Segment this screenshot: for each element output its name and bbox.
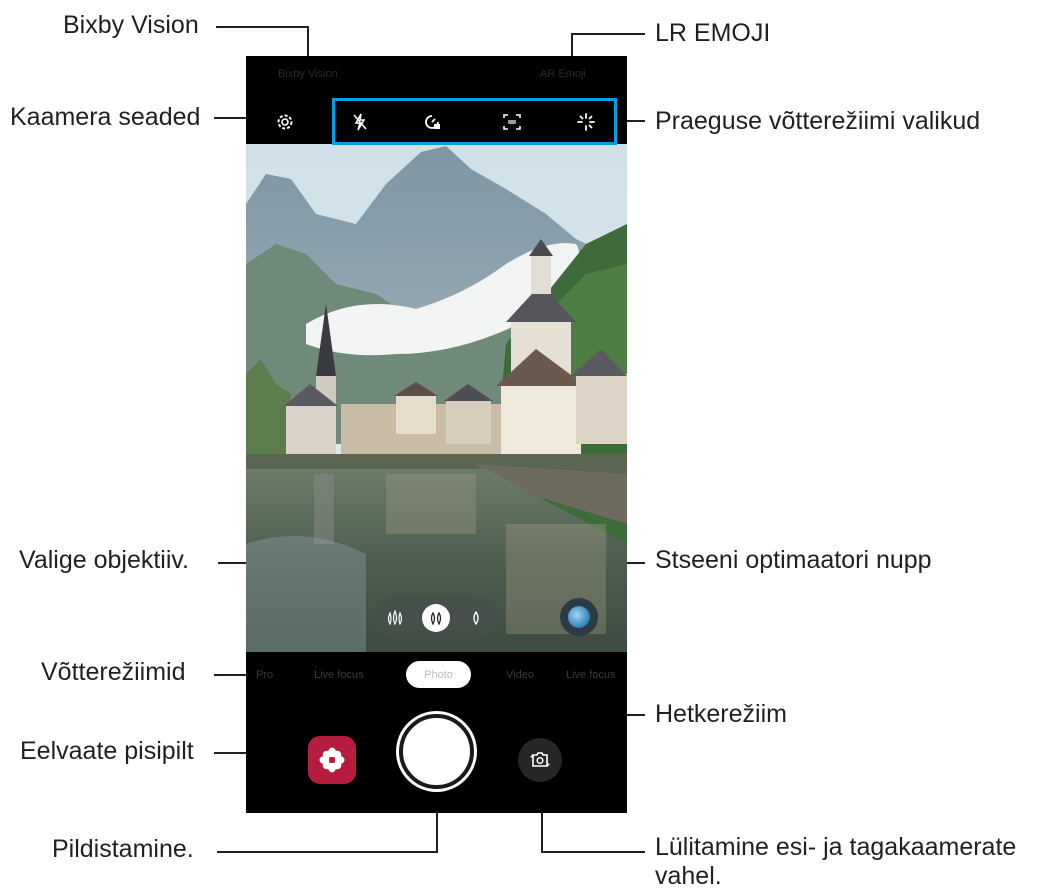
callout-camera-settings: Kaamera seaded	[10, 103, 201, 131]
callout-bixby-vision: Bixby Vision	[63, 11, 199, 39]
switch-camera-button[interactable]	[518, 738, 562, 782]
lens-selector	[374, 597, 497, 639]
leader-shutter-h	[217, 851, 438, 853]
callout-take-picture: Pildistamine.	[52, 835, 194, 863]
bixby-vision-button[interactable]: Bixby Vision	[278, 68, 338, 80]
telephoto-lens-icon[interactable]	[463, 605, 489, 631]
callout-mode-options: Praeguse võtterežiimi valikud	[655, 107, 981, 135]
gallery-thumbnail[interactable]	[308, 736, 356, 784]
callout-preview-thumbnail: Eelvaate pisipilt	[20, 737, 194, 765]
ar-emoji-button[interactable]: AR Emoji	[540, 68, 586, 80]
callout-lr-emoji: LR EMOJI	[655, 19, 771, 47]
viewfinder[interactable]	[246, 144, 627, 652]
camera-screen: Bixby Vision AR Emoji Pro Live focus Pho…	[246, 56, 627, 813]
callout-choose-lens: Valige objektiiv.	[19, 546, 189, 574]
mode-live-focus-2[interactable]: Live focus	[566, 669, 616, 681]
callout-current-mode: Hetkerežiim	[655, 700, 787, 728]
callout-scene-optimizer: Stseeni optimaatori nupp	[655, 546, 932, 574]
leader-switch-h	[541, 851, 645, 853]
leader-bixby-h	[216, 26, 309, 28]
mode-options-highlight-frame	[332, 98, 617, 145]
callout-switch-cameras-line1: Lülitamine esi- ja tagakaamerate	[655, 833, 1017, 861]
gear-icon[interactable]	[273, 110, 297, 134]
callout-shooting-modes: Võtterežiimid	[41, 658, 186, 686]
scene-optimizer-icon[interactable]	[560, 598, 598, 636]
ultra-wide-lens-icon[interactable]	[382, 605, 408, 631]
callout-switch-cameras-line2: vahel.	[655, 862, 722, 890]
leader-modes-h	[214, 674, 246, 676]
mode-live-focus[interactable]: Live focus	[314, 669, 364, 681]
leader-emoji-h	[571, 33, 645, 35]
mode-photo-selected[interactable]: Photo	[406, 661, 471, 688]
scene-optimizer-indicator	[568, 606, 590, 628]
mode-pro[interactable]: Pro	[256, 669, 273, 681]
switch-camera-icon	[530, 752, 550, 767]
wide-lens-icon[interactable]	[422, 604, 450, 632]
mode-photo-label: Photo	[424, 668, 453, 681]
mode-video[interactable]: Video	[506, 669, 534, 681]
shutter-button[interactable]	[399, 714, 474, 789]
gallery-flower-icon	[319, 747, 345, 773]
